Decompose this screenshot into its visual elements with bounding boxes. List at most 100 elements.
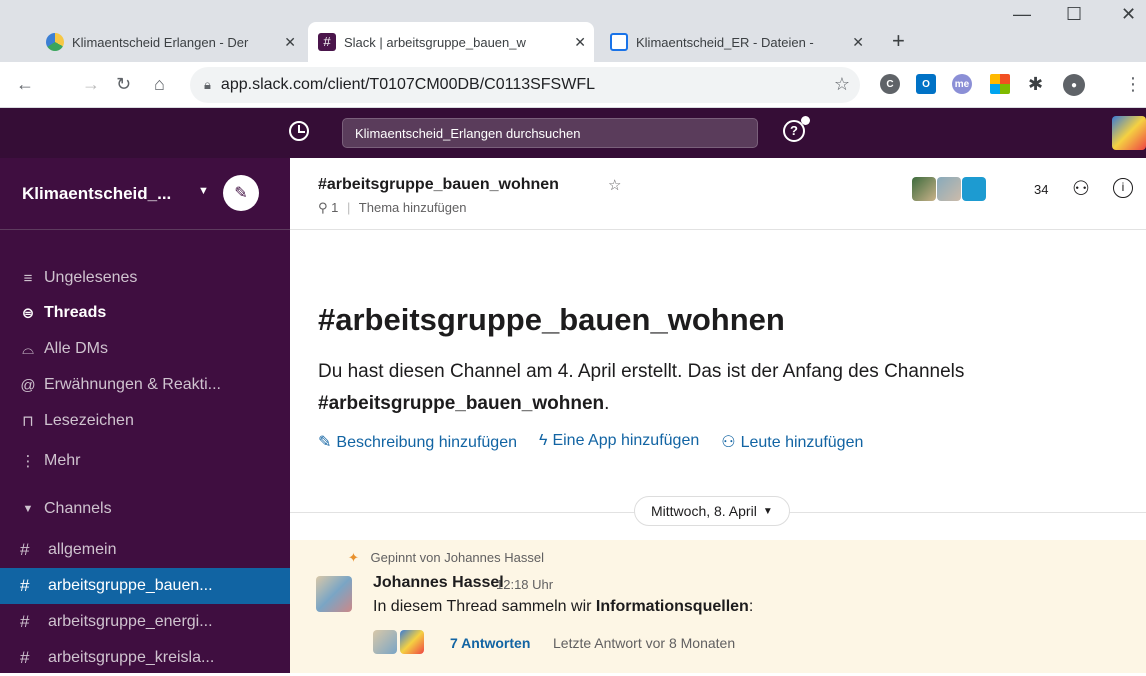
profile-icon[interactable]: ● [1063,74,1085,96]
thread-replies-link[interactable]: 7 Antworten [450,635,530,651]
minimize-button[interactable]: — [1013,4,1031,25]
drive-favicon [610,33,628,51]
member-count[interactable]: 34 [1034,182,1048,197]
maximize-button[interactable]: ☐ [1066,4,1082,25]
home-icon[interactable]: ⌂ [154,74,165,95]
add-topic-link[interactable]: Thema hinzufügen [359,200,467,215]
sidebar-channel-kreislauf[interactable]: # arbeitsgruppe_kreisla... [0,640,290,676]
add-description-link[interactable]: ✎ Beschreibung hinzufügen [318,432,517,452]
pin-icon: ✦ [348,550,359,565]
chrome-menu-icon[interactable]: ⋮ [1124,74,1142,95]
sidebar-item-mentions[interactable]: @ Erwähnungen & Reakti... [0,367,290,403]
pencil-icon: ✎ [318,434,332,451]
reply-avatar[interactable] [400,630,424,654]
workspace-name[interactable]: Klimaentscheid_... [22,184,171,204]
pinned-message[interactable]: ✦ Gepinnt von Johannes Hassel Johannes H… [290,540,1146,673]
add-people-icon[interactable]: ⚇ [1072,176,1090,201]
sidebar-item-label: Lesezeichen [44,412,134,429]
me-extension-icon[interactable]: me [952,74,972,94]
back-icon[interactable]: ← [16,74,34,95]
message-author[interactable]: Johannes Hassel [373,574,504,592]
threads-icon: ⊜ [21,305,35,322]
extensions-puzzle-icon[interactable]: ✱ [1028,74,1043,95]
sidebar-channel-bauen[interactable]: # arbeitsgruppe_bauen... [0,568,290,604]
avatar[interactable] [316,576,352,612]
sidebar-item-label: Alle DMs [44,340,109,357]
user-avatar[interactable] [1112,116,1146,150]
pinned-by-line: ✦ Gepinnt von Johannes Hassel [348,550,544,566]
pin-icon[interactable]: ⚲ [318,200,328,215]
channels-section-header[interactable]: ▼ Channels [0,491,290,527]
info-icon[interactable]: i [1113,178,1133,198]
tab-drive[interactable]: Klimaentscheid_ER - Dateien - ✕ [600,22,872,62]
close-icon[interactable]: ✕ [574,34,586,51]
member-avatar[interactable] [962,177,986,201]
new-tab-button[interactable]: + [892,28,905,54]
add-people-link[interactable]: ⚇ Leute hinzufügen [721,432,863,452]
sidebar-item-dms[interactable]: ⌓ Alle DMs [0,331,290,367]
sidebar-item-label: Threads [44,304,107,321]
star-icon[interactable]: ☆ [608,176,621,194]
reload-icon[interactable]: ↻ [116,74,131,95]
forward-icon[interactable]: → [82,74,100,95]
add-app-link[interactable]: ϟ Eine App hinzufügen [539,432,699,452]
chevron-down-icon[interactable]: ▼ [198,185,209,197]
channel-title[interactable]: #arbeitsgruppe_bauen_wohnen [318,176,559,194]
close-icon[interactable]: ✕ [852,34,864,51]
sidebar-channel-allgemein[interactable]: # allgemein [0,532,290,568]
close-window-button[interactable]: ✕ [1121,4,1136,25]
intro-title: #arbeitsgruppe_bauen_wohnen [318,302,785,337]
compose-icon[interactable]: ✎ [223,175,259,211]
member-avatar[interactable] [912,177,936,201]
search-input[interactable]: Klimaentscheid_Erlangen durchsuchen [342,118,758,148]
hash-icon: # [20,576,30,595]
close-icon[interactable]: ✕ [284,34,296,51]
intro-text: Du hast diesen Channel am 4. April erste… [318,356,1118,420]
meta-separator: | [347,200,351,215]
member-avatar[interactable] [937,177,961,201]
pin-count[interactable]: 1 [331,200,338,215]
workspace-header[interactable]: Klimaentscheid_... ▼ ✎ [0,158,290,230]
outlook-extension-icon[interactable]: O [916,74,936,94]
message-text: In diesem Thread sammeln wir Information… [373,598,753,616]
date-divider[interactable]: Mittwoch, 8. April ▼ [634,496,790,526]
intro-sentence: Du hast diesen Channel am 4. April erste… [318,361,965,382]
tab-slack[interactable]: # Slack | arbeitsgruppe_bauen_w ✕ [308,22,594,62]
tab-title: Klimaentscheid Erlangen - Der [72,34,249,50]
sidebar-item-threads[interactable]: ⊜ Threads [0,295,290,331]
hash-icon: # [20,648,30,667]
sidebar-item-unread[interactable]: ≡ Ungelesenes [0,260,290,296]
more-icon: ⋮ [20,453,36,470]
intro-channel-name: #arbeitsgruppe_bauen_wohnen [318,393,605,414]
intro-period: . [604,393,610,414]
bookmark-icon: ⊓ [22,413,34,430]
caret-down-icon[interactable]: ▼ [12,503,44,515]
sidebar-item-more[interactable]: ⋮ Mehr [0,443,290,479]
message-time[interactable]: 12:18 Uhr [496,577,553,592]
add-person-icon: ⚇ [721,434,736,451]
reply-avatar[interactable] [373,630,397,654]
dms-icon: ⌓ [22,340,34,358]
hash-icon: # [20,612,30,631]
slack-top-bar: Klimaentscheid_Erlangen durchsuchen ? [0,108,1146,158]
message-text-bold: Informationsquellen [595,598,749,615]
browser-toolbar: ← → ↻ ⌂ 🔒︎ app.slack.com/client/T0107CM0… [0,62,1146,108]
intro-actions: ✎ Beschreibung hinzufügen ϟ Eine App hinzu… [318,432,863,452]
sidebar-channel-energie[interactable]: # arbeitsgruppe_energi... [0,604,290,640]
slack-favicon: # [318,33,336,51]
unread-icon: ≡ [23,269,33,287]
history-icon[interactable] [289,121,309,141]
bookmark-star-icon[interactable]: ☆ [834,74,850,95]
add-description-label: Beschreibung hinzufügen [336,434,517,451]
sidebar-item-bookmarks[interactable]: ⊓ Lesezeichen [0,403,290,439]
add-people-label: Leute hinzufügen [740,434,864,451]
notification-dot [801,116,810,125]
extension-c-icon[interactable]: C [880,74,900,94]
hash-icon: # [20,540,30,559]
tab-klimaentscheid[interactable]: Klimaentscheid Erlangen - Der ✕ [36,22,304,62]
channel-label: arbeitsgruppe_kreisla... [48,649,215,666]
url-text: app.slack.com/client/T0107CM00DB/C0113SF… [220,76,595,93]
windows-extension-icon[interactable] [990,74,1010,94]
address-bar[interactable]: 🔒︎ app.slack.com/client/T0107CM00DB/C011… [190,67,860,103]
tab-title: Klimaentscheid_ER - Dateien - [636,34,814,50]
